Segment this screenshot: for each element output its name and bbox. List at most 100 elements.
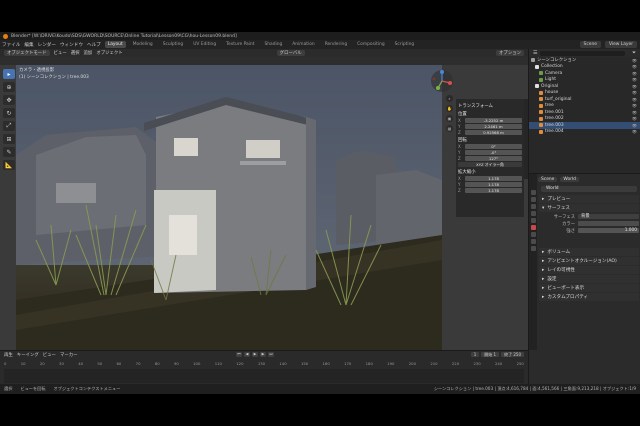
end-frame-field[interactable]: 終了 250 [501,352,524,357]
visibility-eye-icon[interactable]: 👁 [632,71,637,76]
scale-tool-icon[interactable]: ⤢ [3,121,15,131]
location-z-field[interactable]: 0.92568 m [465,130,522,135]
location-y-field[interactable]: 2.2461 m [465,124,522,129]
start-frame-field[interactable]: 開始 1 [481,352,500,357]
transform-tool-icon[interactable]: ⊞ [3,134,15,144]
play-icon[interactable]: ▶ [252,352,258,357]
jump-end-icon[interactable]: ⏭ [268,352,274,357]
next-key-icon[interactable]: ▶ [260,352,266,357]
3d-viewport[interactable]: オブジェクトモード ビュー 選択 追加 オブジェクト グローバル オプション カ… [0,49,528,350]
panel-ambient-occlusion[interactable]: ▸ アンビエントオクルージョン(AO) [539,257,639,265]
camera-view-icon[interactable]: ▣ [446,115,453,122]
timeline-menu-view[interactable]: ビュー [43,352,56,358]
menu-render[interactable]: レンダー [38,42,56,48]
location-x-field[interactable]: -3.2252 m [465,118,522,123]
cursor-tool-icon[interactable]: ⊕ [3,82,15,92]
panel-volume[interactable]: ▸ ボリューム [539,248,639,256]
panel-surface[interactable]: ▾ サーフェス [539,204,639,212]
view-layer-tab-icon[interactable] [530,211,536,216]
measure-tool-icon[interactable]: 📐 [3,160,15,170]
scale-y-field[interactable]: 1.178 [465,182,522,187]
rotation-z-field[interactable]: 127° [465,156,522,161]
workspace-tab-rendering[interactable]: Rendering [322,41,350,48]
visibility-eye-icon[interactable]: 👁 [632,90,637,95]
viewport-menu-add[interactable]: 追加 [84,50,93,56]
scale-x-field[interactable]: 1.178 [465,176,522,181]
filter-icon[interactable]: ⏷ [632,50,636,56]
rotation-mode-selector[interactable]: XYZ オイラー角 [458,162,522,167]
panel-viewport-display[interactable]: ▸ ビューポート表示 [539,284,639,292]
rotation-x-field[interactable]: 0° [465,144,522,149]
object-tab-icon[interactable] [530,239,536,244]
pan-icon[interactable]: ✋ [446,105,453,112]
world-tab-icon[interactable] [530,225,536,230]
annotate-tool-icon[interactable]: ✎ [3,147,15,157]
menu-help[interactable]: ヘルプ [87,42,101,48]
visibility-eye-icon[interactable]: 👁 [632,58,637,63]
panel-preview[interactable]: ▸ プレビュー [539,195,639,203]
workspace-tab-scripting[interactable]: Scripting [392,41,418,48]
scale-z-field[interactable]: 1.178 [465,188,522,193]
workspace-tab-layout[interactable]: Layout [104,41,126,48]
menu-window[interactable]: ウィンドウ [60,42,83,48]
scene-selector[interactable]: Scene [579,41,601,48]
surface-shader-selector[interactable]: 背景 [578,213,639,220]
timeline-menu-playback[interactable]: 再生 [4,352,13,358]
breadcrumb-scene[interactable]: Scene [538,176,558,182]
zoom-icon[interactable]: ⌕ [446,95,453,102]
workspace-tab-uv-editing[interactable]: UV Editing [190,41,219,48]
color-swatch[interactable] [578,220,639,227]
output-tab-icon[interactable] [530,204,536,209]
workspace-tab-texture-paint[interactable]: Texture Paint [223,41,257,48]
panel-custom-properties[interactable]: ▸ カスタムプロパティ [539,293,639,301]
viewport-menu-view[interactable]: ビュー [54,50,67,56]
viewport-menu-select[interactable]: 選択 [71,50,80,56]
workspace-tab-sculpting[interactable]: Sculpting [160,41,187,48]
render-tab-icon[interactable] [530,197,536,202]
panel-settings[interactable]: ▸ 設定 [539,275,639,283]
ortho-toggle-icon[interactable]: ▦ [446,125,453,132]
rotate-tool-icon[interactable]: ↻ [3,108,15,118]
visibility-eye-icon[interactable]: 👁 [632,84,637,89]
visibility-eye-icon[interactable]: 👁 [632,129,637,134]
menu-file[interactable]: ファイル [2,42,20,48]
visibility-eye-icon[interactable]: 👁 [632,97,637,102]
breadcrumb-world[interactable]: World [560,176,579,182]
mode-selector[interactable]: オブジェクトモード [4,50,50,56]
scene-tab-icon[interactable] [530,218,536,223]
visibility-eye-icon[interactable]: 👁 [632,116,637,121]
viewport-menu-object[interactable]: オブジェクト [96,50,122,56]
timeline-menu-keying[interactable]: キーイング [17,352,39,358]
menu-edit[interactable]: 編集 [24,42,33,48]
tool-tab-icon[interactable] [530,190,536,195]
workspace-tab-modeling[interactable]: Modeling [130,41,156,48]
prev-key-icon[interactable]: ◀ [244,352,250,357]
workspace-tab-animation[interactable]: Animation [289,41,317,48]
navigation-gizmo-icon[interactable] [430,69,454,93]
workspace-tab-compositing[interactable]: Compositing [354,41,388,48]
timeline-track[interactable] [4,369,524,383]
viewport-options-button[interactable]: オプション [496,50,524,56]
visibility-eye-icon[interactable]: 👁 [632,103,637,108]
visibility-eye-icon[interactable]: 👁 [632,77,637,82]
outliner-search-input[interactable] [540,50,625,56]
strength-field[interactable]: 1.000 [578,227,639,234]
current-frame-field[interactable]: 1 [470,352,480,357]
rotation-y-field[interactable]: -0° [465,150,522,155]
visibility-eye-icon[interactable]: 👁 [632,64,637,69]
timeline-menu-marker[interactable]: マーカー [60,352,78,358]
select-box-tool-icon[interactable]: ▸ [3,69,15,79]
collection-tab-icon[interactable] [530,232,536,237]
frame-ruler[interactable]: 0 10 20 30 40 50 60 70 80 90 100 110 120 130 140 150 160… [4,361,524,367]
modifier-tab-icon[interactable] [530,246,536,251]
visibility-eye-icon[interactable]: 👁 [632,110,637,115]
outliner-item[interactable]: tree.004 👁 [529,129,640,136]
outliner-display-icon[interactable]: ☰ [533,50,537,56]
jump-start-icon[interactable]: ⏮ [236,352,242,357]
transform-orientation-selector[interactable]: グローバル [276,50,305,56]
panel-ray-visibility[interactable]: ▸ レイの可視性 [539,266,639,274]
move-tool-icon[interactable]: ✥ [3,95,15,105]
workspace-tab-shading[interactable]: Shading [261,41,285,48]
world-datablock-selector[interactable]: World [541,186,637,192]
view-layer-selector[interactable]: View Layer [604,41,637,48]
